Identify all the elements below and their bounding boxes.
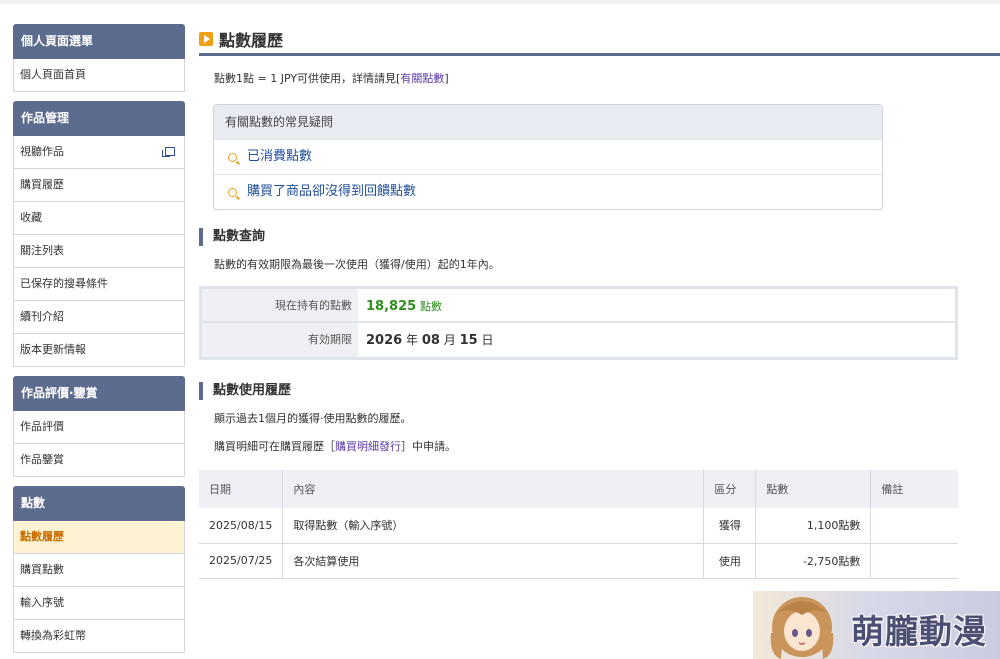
col-date: 日期 bbox=[199, 470, 284, 508]
expiry-month: 08 bbox=[421, 333, 440, 348]
sidebar-heading: 作品管理 bbox=[13, 101, 185, 136]
sidebar-heading: 作品評價·鑒賞 bbox=[13, 376, 185, 411]
history-note-suffix: ］中申請。 bbox=[401, 440, 456, 453]
top-border bbox=[0, 0, 1000, 4]
sidebar-group-reviews: 作品評價·鑒賞 作品評價 作品鑒賞 bbox=[13, 376, 185, 477]
expiry-label: 有効期限 bbox=[202, 323, 358, 357]
sidebar-item-home[interactable]: 個人頁面首頁 bbox=[13, 59, 185, 92]
sidebar-item-buy-points[interactable]: 購買點數 bbox=[13, 554, 185, 587]
sidebar-heading: 點數 bbox=[13, 486, 185, 521]
sidebar-item-label: 視聽作品 bbox=[20, 145, 64, 158]
rate-note: 點數1點 = 1 JPY可供使用，詳情請見[有關點數] bbox=[199, 70, 1000, 86]
expiry-value: 2026 年 08 月 15 日 bbox=[358, 323, 494, 357]
rate-note-bracket: ] bbox=[444, 72, 449, 85]
points-query-title: 點數查詢 bbox=[199, 228, 1000, 246]
page-title: 點數履歷 bbox=[219, 30, 284, 50]
sidebar-item-viewer[interactable]: 視聽作品 bbox=[13, 136, 185, 169]
search-icon bbox=[228, 187, 237, 197]
sidebar-item-sequel[interactable]: 續刊介紹 bbox=[13, 301, 185, 334]
sidebar-item-purchase-history[interactable]: 購買履歷 bbox=[13, 169, 185, 202]
cell-date: 2025/07/25 bbox=[199, 543, 284, 579]
current-points-label: 現在持有的點數 bbox=[202, 289, 358, 321]
current-points-row: 現在持有的點數 18,825 點數 bbox=[202, 289, 955, 323]
sidebar-item-follow-list[interactable]: 關注列表 bbox=[13, 235, 185, 268]
anime-girl-icon bbox=[770, 597, 834, 659]
faq-title: 有關點數的常見疑問 bbox=[214, 105, 882, 139]
sidebar-item-favorites[interactable]: 收藏 bbox=[13, 202, 185, 235]
points-query-note: 點數的有效期限為最後一次使用（獲得/使用）起的1年內。 bbox=[214, 258, 500, 271]
cell-type: 獲得 bbox=[703, 508, 757, 544]
faq-item-missing-reward[interactable]: 購買了商品卻沒得到回饋點數 bbox=[214, 174, 882, 209]
points-summary: 現在持有的點數 18,825 點數 有効期限 2026 年 08 月 15 日 bbox=[199, 286, 958, 360]
sidebar-item-updates[interactable]: 版本更新情報 bbox=[13, 334, 185, 367]
table-row: 2025/07/25 各次結算使用 使用 -2,750點數 bbox=[199, 543, 958, 579]
cell-content: 各次結算使用 bbox=[282, 543, 705, 579]
expiry-month-unit: 月 bbox=[443, 333, 456, 347]
cell-points: 1,100點數 bbox=[755, 508, 872, 544]
sidebar-item-reviews[interactable]: 作品評價 bbox=[13, 411, 185, 444]
sidebar-item-point-history[interactable]: 點數履歷 bbox=[13, 521, 185, 554]
history-note: 顯示過去1個月的獲得·使用點數的履歷。 bbox=[214, 412, 412, 425]
table-row: 2025/08/15 取得點數（輸入序號） 獲得 1,100點數 bbox=[199, 508, 958, 544]
rate-note-text: 點數1點 = 1 JPY可供使用，詳情請見[ bbox=[214, 72, 401, 85]
sidebar-group-points: 點數 點數履歷 購買點數 輸入序號 轉換為彩虹幣 bbox=[13, 486, 185, 653]
cell-content: 取得點數（輸入序號） bbox=[282, 508, 705, 544]
cell-date: 2025/08/15 bbox=[199, 508, 284, 544]
sidebar-item-convert-coins[interactable]: 轉換為彩虹幣 bbox=[13, 620, 185, 653]
cell-type: 使用 bbox=[703, 543, 757, 579]
main-content: 點數履歷 點數1點 = 1 JPY可供使用，詳情請見[有關點數] 有關點數的常見… bbox=[199, 24, 1000, 579]
history-title: 點數使用履歷 bbox=[199, 382, 1000, 400]
expiry-row: 有効期限 2026 年 08 月 15 日 bbox=[202, 323, 955, 357]
history-table: 日期 內容 區分 點數 備註 2025/08/15 取得點數（輸入序號） 獲得 … bbox=[199, 470, 958, 579]
cell-points: -2,750點數 bbox=[755, 543, 872, 579]
faq-box: 有關點數的常見疑問 已消費點數 購買了商品卻沒得到回饋點數 bbox=[213, 104, 883, 210]
expiry-day-unit: 日 bbox=[481, 333, 494, 347]
col-points: 點數 bbox=[755, 470, 872, 508]
cell-remark bbox=[870, 508, 958, 544]
current-points-number: 18,825 bbox=[366, 299, 417, 314]
col-type: 區分 bbox=[703, 470, 757, 508]
page-title-bar: 點數履歷 bbox=[199, 24, 1000, 56]
faq-item-label: 購買了商品卻沒得到回饋點數 bbox=[247, 184, 417, 199]
about-points-link[interactable]: 有關點數 bbox=[400, 72, 444, 85]
sidebar-item-saved-search[interactable]: 已保存的搜尋條件 bbox=[13, 268, 185, 301]
search-icon bbox=[228, 152, 237, 162]
expiry-year-unit: 年 bbox=[406, 333, 419, 347]
history-note-text: 購買明細可在購買履歷［ bbox=[214, 440, 335, 453]
current-points-unit: 點數 bbox=[420, 300, 442, 313]
watermark-text: 萌朧動漫 bbox=[851, 612, 987, 651]
sidebar-group-personal: 個人頁面選單 個人頁面首頁 bbox=[13, 24, 185, 92]
receipt-issue-link[interactable]: 購買明細發行 bbox=[335, 440, 401, 453]
play-icon bbox=[199, 31, 213, 46]
history-note-2: 購買明細可在購買履歷［購買明細發行］中申請。 bbox=[199, 438, 1000, 454]
faq-item-label: 已消費點數 bbox=[247, 149, 313, 164]
col-remark: 備註 bbox=[870, 470, 958, 508]
sidebar: 個人頁面選單 個人頁面首頁 作品管理 視聽作品 購買履歷 收藏 關注列表 已保存… bbox=[13, 24, 185, 659]
cell-remark bbox=[870, 543, 958, 579]
watermark-logo: 萌朧動漫 bbox=[753, 591, 1000, 659]
col-content: 內容 bbox=[282, 470, 705, 508]
table-header-row: 日期 內容 區分 點數 備註 bbox=[199, 470, 958, 508]
sidebar-item-appreciation[interactable]: 作品鑒賞 bbox=[13, 444, 185, 477]
external-window-icon bbox=[162, 147, 175, 157]
current-points-value: 18,825 點數 bbox=[358, 289, 442, 321]
expiry-day: 15 bbox=[459, 333, 478, 348]
sidebar-item-serial-code[interactable]: 輸入序號 bbox=[13, 587, 185, 620]
expiry-year: 2026 bbox=[366, 333, 403, 348]
sidebar-group-works: 作品管理 視聽作品 購買履歷 收藏 關注列表 已保存的搜尋條件 續刊介紹 版本更… bbox=[13, 101, 185, 367]
faq-item-consumed-points[interactable]: 已消費點數 bbox=[214, 139, 882, 174]
sidebar-heading: 個人頁面選單 bbox=[13, 24, 185, 59]
